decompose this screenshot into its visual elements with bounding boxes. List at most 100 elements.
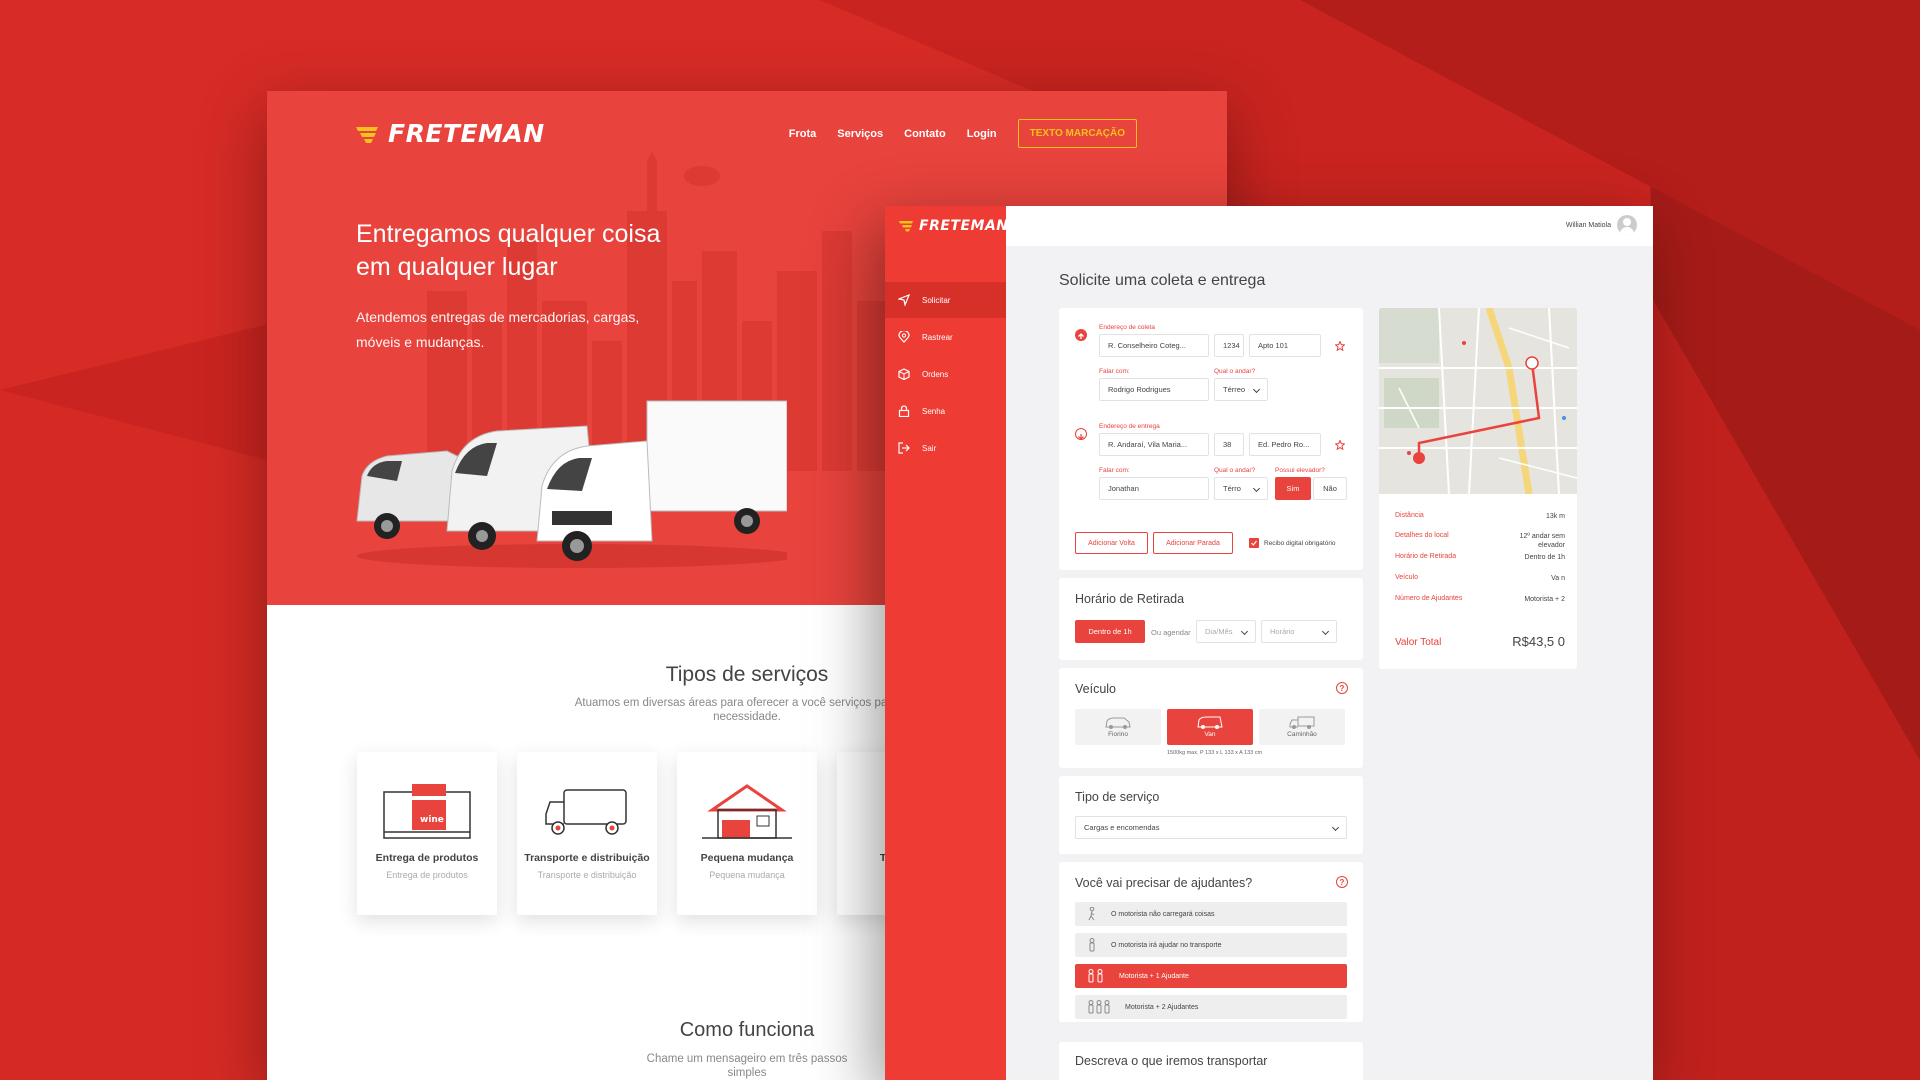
pickup-pin-icon xyxy=(1075,329,1087,341)
app-logo[interactable]: FRETEMAN xyxy=(899,218,1009,234)
vehicle-option-van[interactable]: Van xyxy=(1167,709,1253,745)
elevator-yes-button[interactable]: Sim xyxy=(1275,477,1311,500)
van-icon xyxy=(1197,716,1223,729)
description-title: Descreva o que iremos transportar xyxy=(1075,1054,1268,1068)
sidebar-item-solicitar[interactable]: Solicitar xyxy=(885,282,1006,318)
pickup-contact-input[interactable]: Rodrigo Rodrigues xyxy=(1099,378,1209,401)
total-row: Valor Total R$43,5 0 xyxy=(1395,634,1565,650)
receipt-checkbox[interactable]: Recibo digital obrigatório xyxy=(1249,538,1336,548)
help-icon[interactable]: ? xyxy=(1336,876,1348,888)
service-card-subtitle: Entrega de produtos xyxy=(386,870,468,880)
delivery-contact-input[interactable]: Jonathan xyxy=(1099,477,1209,500)
service-type-panel: Tipo de serviço Cargas e encomendas xyxy=(1059,776,1363,854)
service-card[interactable]: Pequena mudança Pequena mudança xyxy=(677,752,817,915)
helper-option-label: O motorista irá ajudar no transporte xyxy=(1111,941,1222,949)
summary-value: 13k m xyxy=(1545,513,1565,520)
delivery-number-input[interactable]: 38 xyxy=(1214,433,1244,456)
add-return-button[interactable]: Adicionar Volta xyxy=(1075,532,1148,554)
date-select[interactable]: Dia/Mês xyxy=(1196,620,1256,643)
user-menu[interactable]: Willian Matiola xyxy=(1566,215,1637,235)
summary-key: Horário de Retirada xyxy=(1395,553,1457,560)
summary-value: Dentro de 1h xyxy=(1524,554,1565,561)
services-subtitle: Atuamos em diversas áreas para oferecer … xyxy=(574,697,920,723)
star-favorite-icon[interactable] xyxy=(1335,341,1345,351)
vehicle-title: Veículo xyxy=(1075,682,1117,696)
vehicle-spec: 1500kg max. P 133 x L 133 x A 133 cm xyxy=(1167,750,1263,756)
location-pin-icon xyxy=(898,331,910,343)
pickup-floor-select[interactable]: Térreo xyxy=(1214,378,1268,401)
how-subtitle: Chame um mensageiro em três passos simpl… xyxy=(646,1053,848,1079)
person-walking-icon xyxy=(1088,907,1095,921)
elevator-label: Possui elevador? xyxy=(1275,467,1325,474)
total-label: Valor Total xyxy=(1395,637,1442,648)
sidebar-item-senha[interactable]: Senha xyxy=(885,393,1006,429)
helper-option-label: Motorista + 1 Ajudante xyxy=(1119,972,1189,980)
page-title: Solicite uma coleta e entrega xyxy=(1059,272,1266,289)
receipt-label: Recibo digital obrigatório xyxy=(1264,539,1336,547)
summary-row: Número de Ajudantes Motorista + 2 xyxy=(1395,595,1565,604)
vehicle-option-label: Van xyxy=(1204,731,1216,738)
hero-title: Entregamos qualquer coisa em qualquer lu… xyxy=(356,220,661,281)
service-type-select[interactable]: Cargas e encomendas xyxy=(1075,816,1347,839)
app-logo-text: FRETEMAN xyxy=(919,218,1009,234)
sidebar-item-label: Rastrear xyxy=(922,332,953,342)
within-1h-button[interactable]: Dentro de 1h xyxy=(1075,620,1145,643)
helper-option[interactable]: Motorista + 2 Ajudantes xyxy=(1075,995,1347,1019)
time-select[interactable]: Horário xyxy=(1261,620,1337,643)
summary-value: Motorista + 2 xyxy=(1524,596,1565,603)
house-icon xyxy=(702,784,792,839)
navigation-icon xyxy=(898,294,910,306)
route-map[interactable] xyxy=(1379,308,1577,495)
truck-icon xyxy=(545,789,627,835)
summary-row: Distância 13k m xyxy=(1395,512,1565,521)
delivery-floor-select[interactable]: Térro xyxy=(1214,477,1268,500)
summary-panel: Distância 13k m Detalhes do local 12º an… xyxy=(1379,308,1577,669)
delivery-floor-label: Qual o andar? xyxy=(1214,467,1256,474)
checkbox-checked-icon[interactable] xyxy=(1249,538,1259,548)
helper-option-selected[interactable]: Motorista + 1 Ajudante xyxy=(1075,964,1347,988)
helper-option[interactable]: O motorista irá ajudar no transporte xyxy=(1075,933,1347,957)
main-nav: Frota Serviços Contato Login TEXTO MARCA… xyxy=(789,119,1137,148)
sidebar-item-ordens[interactable]: Ordens xyxy=(885,356,1006,392)
vehicle-panel: Veículo ? Fiorino Van Caminhão 1500kg ma… xyxy=(1059,668,1363,768)
helpers-title: Você vai precisar de ajudantes? xyxy=(1075,876,1253,890)
service-card[interactable]: wine Entrega de produtos Entrega de prod… xyxy=(357,752,497,915)
service-card[interactable]: Transporte e distribuição Transporte e d… xyxy=(517,752,657,915)
helper-option[interactable]: O motorista não carregará coisas xyxy=(1075,902,1347,926)
pickup-street-input[interactable]: R. Conselheiro Coteg... xyxy=(1099,334,1209,357)
sidebar-item-label: Sair xyxy=(922,443,937,453)
sidebar-item-label: Ordens xyxy=(922,369,949,379)
nav-frota[interactable]: Frota xyxy=(789,128,817,140)
elevator-no-button[interactable]: Não xyxy=(1313,477,1347,500)
or-schedule-label: Ou agendar xyxy=(1151,628,1191,637)
pickup-time-title: Horário de Retirada xyxy=(1075,592,1185,606)
avatar[interactable] xyxy=(1617,215,1637,235)
delivery-street-input[interactable]: R. Andaraí, Vila Maria... xyxy=(1099,433,1209,456)
wing-logo-icon xyxy=(356,126,378,143)
pickup-contact-label: Falar com: xyxy=(1099,368,1130,375)
star-favorite-icon[interactable] xyxy=(1335,440,1345,450)
summary-row: Detalhes do local 12º andar sem elevador xyxy=(1395,532,1565,550)
hero-subtitle: Atendemos entregas de mercadorias, carga… xyxy=(356,309,640,350)
delivery-complement-input[interactable]: Ed. Pedro Ro... xyxy=(1249,433,1321,456)
nav-cta-button[interactable]: TEXTO MARCAÇÃO xyxy=(1017,119,1137,148)
nav-servicos[interactable]: Serviços xyxy=(837,128,883,140)
person-icon xyxy=(1089,938,1095,952)
freteman-logo[interactable]: FRETEMAN xyxy=(356,119,545,148)
nav-contato[interactable]: Contato xyxy=(904,128,946,140)
sidebar-item-rastrear[interactable]: Rastrear xyxy=(885,319,1006,355)
service-card-subtitle: Transporte e distribuição xyxy=(537,870,637,880)
help-icon[interactable]: ? xyxy=(1336,682,1348,694)
vehicle-option-fiorino[interactable]: Fiorino xyxy=(1075,709,1161,745)
pickup-complement-input[interactable]: Apto 101 xyxy=(1249,334,1321,357)
nav-login[interactable]: Login xyxy=(967,128,997,140)
delivery-label: Endereço de entrega xyxy=(1099,423,1160,430)
pickup-number-input[interactable]: 1234 xyxy=(1214,334,1244,357)
address-panel: Endereço de coleta R. Conselheiro Coteg.… xyxy=(1059,308,1363,570)
summary-key: Distância xyxy=(1395,512,1424,519)
sidebar-item-sair[interactable]: Sair xyxy=(885,430,1006,466)
add-stop-button[interactable]: Adicionar Parada xyxy=(1153,532,1233,554)
vehicle-option-caminhao[interactable]: Caminhão xyxy=(1259,709,1345,745)
summary-value: Va n xyxy=(1551,575,1565,582)
logout-icon xyxy=(898,442,910,454)
